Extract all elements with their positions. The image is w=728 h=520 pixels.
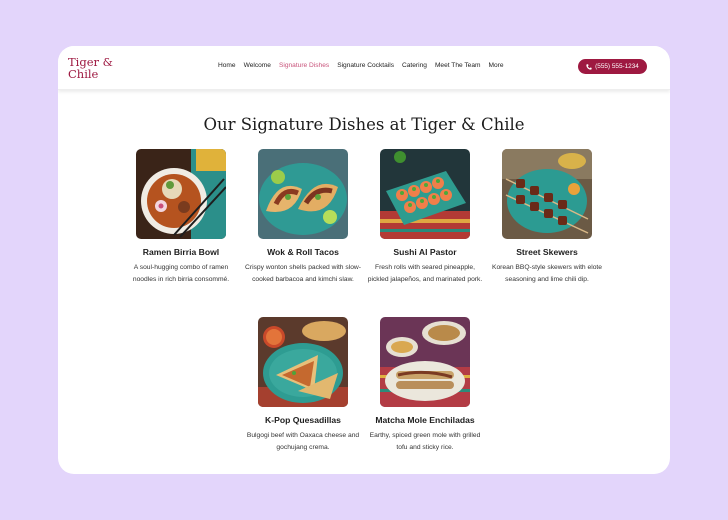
dish-description: Bulgogi beef with Oaxaca cheese and goch… bbox=[246, 432, 360, 451]
dish-description: A soul-hugging combo of ramen noodles in… bbox=[132, 264, 230, 283]
nav-home[interactable]: Home bbox=[218, 62, 236, 69]
dish-description: Korean BBQ-style skewers with elote seas… bbox=[491, 264, 603, 283]
dish-card-matcha-mole-enchiladas: Matcha Mole Enchiladas Earthy, spiced gr… bbox=[364, 317, 486, 453]
dish-card-k-pop-quesadillas: K-Pop Quesadillas Bulgogi beef with Oaxa… bbox=[242, 317, 364, 453]
dish-name: Wok & Roll Tacos bbox=[267, 247, 339, 257]
phone-number: (555) 555-1234 bbox=[595, 63, 639, 70]
dish-image-ramen-birria-bowl bbox=[136, 149, 226, 239]
nav-meet-the-team[interactable]: Meet The Team bbox=[435, 62, 481, 69]
dish-name: Sushi Al Pastor bbox=[393, 247, 457, 257]
nav-signature-dishes[interactable]: Signature Dishes bbox=[279, 62, 329, 69]
nav-catering[interactable]: Catering bbox=[402, 62, 427, 69]
dish-image-sushi-al-pastor bbox=[380, 149, 470, 239]
dish-image-wok-roll-tacos bbox=[258, 149, 348, 239]
dish-name: K-Pop Quesadillas bbox=[265, 415, 341, 425]
phone-icon bbox=[586, 63, 592, 70]
dish-description: Earthy, spiced green mole with grilled t… bbox=[369, 432, 481, 451]
site-header: Tiger & Chile Home Welcome Signature Dis… bbox=[58, 46, 670, 90]
logo[interactable]: Tiger & Chile bbox=[68, 56, 128, 80]
dish-name: Ramen Birria Bowl bbox=[142, 247, 220, 257]
phone-button[interactable]: (555) 555-1234 bbox=[578, 59, 647, 74]
dish-image-matcha-mole-enchiladas bbox=[380, 317, 470, 407]
dish-description: Crispy wonton shells packed with slow-co… bbox=[245, 264, 361, 283]
page-card: Tiger & Chile Home Welcome Signature Dis… bbox=[58, 46, 670, 474]
dish-image-street-skewers bbox=[502, 149, 592, 239]
dish-card-street-skewers: Street Skewers Korean BBQ-style skewers … bbox=[486, 149, 608, 285]
nav-signature-cocktails[interactable]: Signature Cocktails bbox=[337, 62, 394, 69]
dish-image-k-pop-quesadillas bbox=[258, 317, 348, 407]
dish-card-sushi-al-pastor: Sushi Al Pastor Fresh rolls with seared … bbox=[364, 149, 486, 285]
main-nav: Home Welcome Signature Dishes Signature … bbox=[218, 62, 504, 69]
dish-name: Matcha Mole Enchiladas bbox=[375, 415, 475, 425]
nav-welcome[interactable]: Welcome bbox=[244, 62, 271, 69]
nav-more[interactable]: More bbox=[489, 62, 504, 69]
dish-card-wok-roll-tacos: Wok & Roll Tacos Crispy wonton shells pa… bbox=[242, 149, 364, 285]
page-title: Our Signature Dishes at Tiger & Chile bbox=[203, 115, 525, 134]
dish-name: Street Skewers bbox=[516, 247, 578, 257]
dish-card-ramen-birria-bowl: Ramen Birria Bowl A soul-hugging combo o… bbox=[120, 149, 242, 285]
dish-description: Fresh rolls with seared pineapple, pickl… bbox=[367, 264, 483, 283]
